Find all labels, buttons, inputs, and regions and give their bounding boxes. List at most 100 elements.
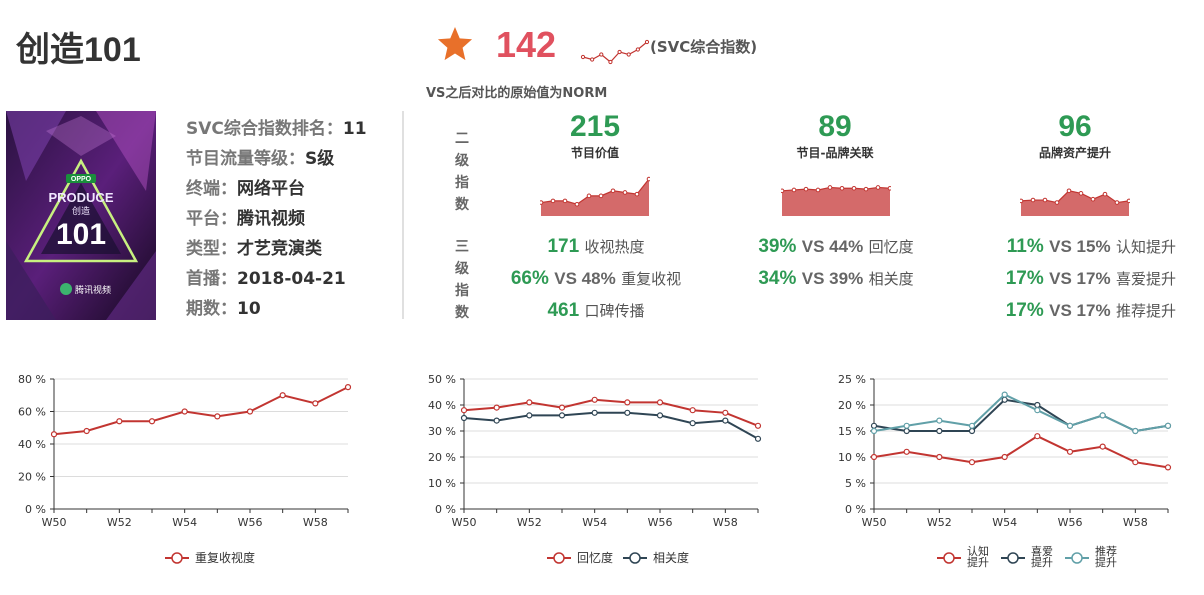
legend-item[interactable]: 回忆度 — [547, 550, 613, 565]
metric-brand-asset-lift: 96 品牌资产提升 — [975, 110, 1175, 161]
level-label-char: 二 — [455, 131, 469, 147]
data-point — [591, 396, 598, 403]
data-point — [624, 409, 631, 416]
sparkline-point — [827, 185, 833, 190]
y-tick-label: 40 % — [18, 438, 46, 451]
data-point — [526, 399, 533, 406]
sparkline-point — [1066, 188, 1072, 194]
data-point — [903, 448, 910, 455]
data-point — [1164, 422, 1172, 429]
info-row: 终端：网络平台 — [186, 174, 367, 204]
data-point — [558, 412, 566, 419]
info-row: 平台：腾讯视频 — [186, 204, 367, 234]
legend-item[interactable]: 推荐提升 — [1065, 544, 1117, 569]
y-tick-label: 30 % — [428, 425, 456, 438]
x-tick-label: W58 — [303, 516, 328, 529]
y-tick-label: 25 % — [838, 373, 866, 386]
score-trend-point — [635, 47, 640, 52]
tencent-video-logo-icon — [60, 283, 72, 295]
metric-label: 节目-品牌关联 — [796, 146, 874, 160]
sparkline-point — [646, 176, 650, 182]
level3-column-1: 171 收视热度 66% VS 48% 重复收视 461 口碑传播 — [496, 231, 696, 327]
y-tick-label: 0 % — [25, 503, 46, 516]
level3-value: 66% — [510, 268, 549, 289]
level3-norm: VS 15% — [1049, 237, 1111, 256]
data-point — [689, 420, 696, 427]
series-line — [873, 393, 1169, 433]
data-point — [526, 412, 533, 419]
series-line — [463, 411, 759, 440]
repeat-viewing-chart: 0 % 20 % 40 % 60 % 80 % W50 W52 W54 W56 W58 重复收视度 — [18, 373, 352, 565]
data-point — [116, 418, 123, 425]
brand-association-sparkline — [781, 185, 891, 216]
data-point — [344, 384, 352, 391]
show-poster: OPPO PRODUCE 创造 101 腾讯视频 — [6, 111, 156, 320]
brand-asset-lift-sparkline — [1020, 188, 1130, 216]
data-point — [903, 427, 910, 435]
sparkline-point — [622, 190, 628, 195]
y-tick-label: 0 % — [845, 503, 866, 516]
x-tick-label: W52 — [927, 516, 952, 529]
level3-value: 11% — [1006, 236, 1044, 257]
legend-item[interactable]: 喜爱提升 — [1001, 545, 1053, 569]
info-key: 节目流量等级： — [186, 149, 305, 169]
level3-label: 重复收视 — [621, 270, 682, 288]
metric-value: 89 — [818, 110, 852, 143]
level3-value: 171 — [547, 236, 580, 257]
sparkline-point — [1126, 198, 1130, 204]
data-point — [656, 412, 664, 419]
data-point — [214, 413, 221, 420]
level3-item: 17% VS 17% 推荐提升 — [966, 295, 1176, 327]
data-point — [148, 418, 156, 425]
level3-label: 收视热度 — [584, 238, 645, 256]
level-label-char: 数 — [455, 197, 469, 213]
info-key: 平台： — [186, 209, 237, 229]
data-point — [722, 417, 729, 424]
y-tick-label: 50 % — [428, 373, 456, 386]
x-tick-label: W50 — [42, 516, 67, 529]
level3-value: 17% — [1005, 268, 1044, 289]
data-point — [968, 427, 976, 435]
level-label-char: 指 — [455, 283, 469, 299]
data-point — [558, 404, 566, 411]
level3-label: 回忆度 — [868, 238, 914, 256]
x-tick-label: W56 — [238, 516, 263, 529]
brand-lift-chart: 0 % 5 % 10 % 15 % 20 % 25 % W50 W52 W54 W56 W58 认知提… — [838, 373, 1172, 569]
sparkline-point — [791, 187, 797, 193]
sparkline-point — [839, 185, 845, 191]
sparkline-point — [875, 185, 881, 190]
x-tick-label: W54 — [582, 516, 607, 529]
y-tick-label: 20 % — [18, 471, 46, 484]
poster-title-line2: 创造 — [72, 205, 90, 217]
legend-item[interactable]: 认知提升 — [937, 544, 989, 569]
x-tick-label: W54 — [172, 516, 197, 529]
sparkline-point — [540, 200, 544, 205]
sparkline-point — [1054, 200, 1060, 205]
data-point — [936, 427, 943, 435]
y-tick-label: 40 % — [428, 399, 456, 412]
sparkline-point — [1102, 191, 1108, 197]
data-point — [1034, 407, 1041, 414]
sparkline-point — [1090, 196, 1096, 202]
star-icon — [437, 26, 473, 61]
poster-platform: 腾讯视频 — [75, 284, 111, 296]
data-point — [754, 435, 762, 442]
y-tick-label: 10 % — [838, 451, 866, 464]
legend-item[interactable]: 重复收视度 — [165, 550, 255, 565]
data-point — [1132, 459, 1139, 466]
legend-item[interactable]: 相关度 — [623, 550, 689, 565]
info-key: 期数： — [186, 299, 237, 319]
level3-label: 口碑传播 — [584, 302, 645, 320]
sparkline-point — [781, 188, 785, 194]
data-point — [591, 409, 598, 416]
x-tick-label: W58 — [1123, 516, 1148, 529]
info-value: 才艺竞演类 — [237, 239, 322, 259]
score-trend-point — [626, 52, 631, 57]
x-tick-label: W50 — [862, 516, 887, 529]
y-tick-label: 15 % — [838, 425, 866, 438]
data-point — [460, 407, 468, 414]
sparkline-point — [1042, 197, 1048, 203]
info-key: 首播： — [186, 269, 237, 289]
score-trend-point — [608, 59, 613, 65]
sparkline-point — [1078, 191, 1084, 196]
